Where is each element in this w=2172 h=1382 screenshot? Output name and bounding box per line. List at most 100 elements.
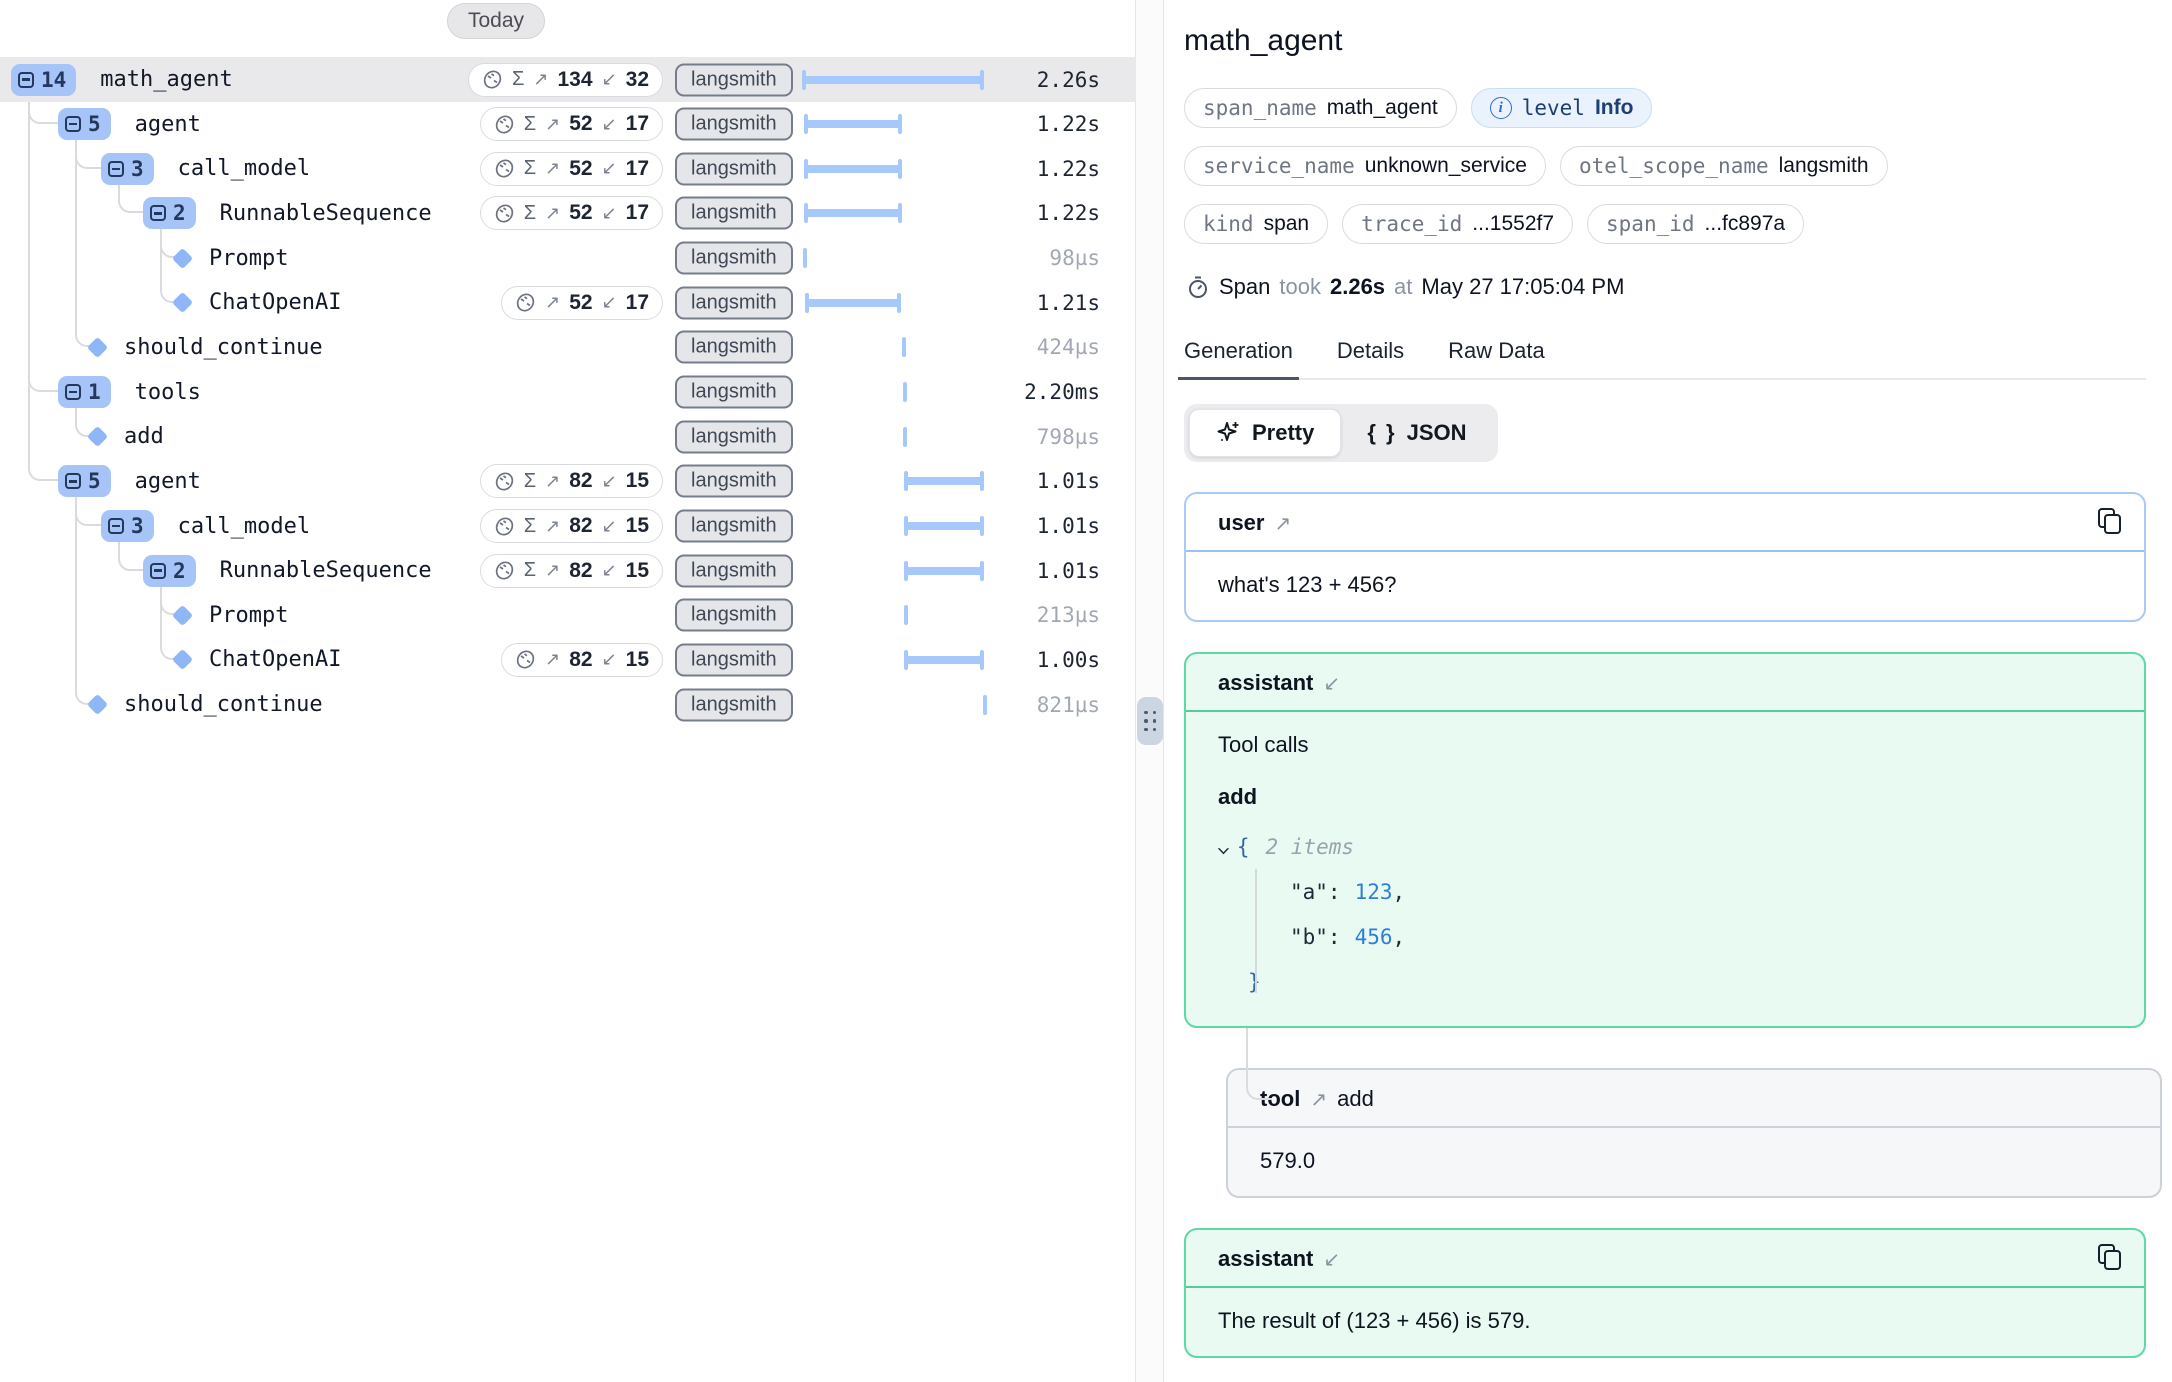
token-count-pill: Σ↗52↙17 (480, 196, 663, 230)
trace-row-math_agent[interactable]: 14math_agentΣ↗134↙32langsmith2.26s (0, 57, 1136, 102)
json-entry: "a": 123 , (1218, 869, 2122, 914)
langsmith-trace-view: Today 14math_agentΣ↗134↙32langsmith2.26s… (0, 0, 2172, 1382)
token-count-pill: Σ↗52↙17 (480, 152, 663, 186)
trace-row-call_model[interactable]: 3call_modelΣ↗52↙17langsmith1.22s (0, 146, 1136, 191)
trace-row-Prompt[interactable]: Promptlangsmith213µs (0, 593, 1136, 638)
tool-result-text: 579.0 (1228, 1128, 2160, 1196)
duration-bar (802, 57, 984, 102)
trace-row-ChatOpenAI[interactable]: ChatOpenAI↗82↙15langsmith1.00s (0, 637, 1136, 682)
token-count-pill: Σ↗82↙15 (480, 509, 663, 543)
braces-icon: { } (1367, 420, 1396, 446)
trace-row-agent[interactable]: 5agentΣ↗82↙15langsmith1.01s (0, 459, 1136, 504)
tab-generation[interactable]: Generation (1184, 338, 1293, 378)
meta-row-1: span_name math_agent i level Info (1184, 88, 2146, 128)
duration-label: 1.00s (1037, 648, 1100, 672)
level-info-pill[interactable]: i level Info (1471, 88, 1653, 128)
trace-tree-panel: Today 14math_agentΣ↗134↙32langsmith2.26s… (0, 0, 1136, 1382)
duration-label: 2.26s (1037, 68, 1100, 92)
pretty-toggle-button[interactable]: Pretty (1189, 409, 1341, 457)
tool-call-name: add (1218, 784, 2122, 810)
duration-label: 2.20ms (1024, 380, 1100, 404)
duration-label: 1.01s (1037, 469, 1100, 493)
output-arrow-icon: ↙ (602, 158, 617, 179)
trace-row-ChatOpenAI[interactable]: ChatOpenAI↗52↙17langsmith1.21s (0, 280, 1136, 325)
json-entry: "b": 456 , (1218, 914, 2122, 959)
collapse-badge[interactable]: 2 (143, 197, 196, 229)
collapse-badge[interactable]: 2 (143, 555, 196, 587)
duration-label: 98µs (1049, 246, 1100, 270)
assistant-card-header: assistant ↙ (1186, 1230, 2144, 1288)
collapse-chevron-icon[interactable]: ⌄ (1216, 836, 1231, 857)
tokens-coin-icon (515, 292, 536, 313)
sigma-icon: Σ (512, 68, 524, 91)
info-icon: i (1490, 97, 1512, 119)
tool-name: add (1337, 1086, 1374, 1112)
duration-label: 1.01s (1037, 514, 1100, 538)
trace-row-agent[interactable]: 5agentΣ↗52↙17langsmith1.22s (0, 102, 1136, 147)
panel-resize-handle[interactable] (1137, 697, 1163, 745)
langsmith-chip: langsmith (675, 242, 793, 275)
collapse-minus-icon (65, 384, 81, 400)
sigma-icon: Σ (524, 202, 536, 225)
kind-pill: kind span (1184, 204, 1328, 244)
span-label: ChatOpenAI (209, 647, 341, 672)
duration-bar (802, 191, 984, 236)
collapse-badge[interactable]: 1 (58, 376, 111, 408)
trace-row-tools[interactable]: 1toolslangsmith2.20ms (0, 370, 1136, 415)
output-arrow-icon: ↙ (602, 560, 617, 581)
otel-scope-pill: otel_scope_name langsmith (1560, 146, 1888, 186)
trace-row-RunnableSequence[interactable]: 2RunnableSequenceΣ↗82↙15langsmith1.01s (0, 548, 1136, 593)
assistant-card-header: assistant ↙ (1186, 654, 2144, 712)
duration-bar (802, 325, 984, 370)
trace-row-should_continue[interactable]: should_continuelangsmith424µs (0, 325, 1136, 370)
span-label: RunnableSequence (220, 558, 432, 583)
tab-raw-data[interactable]: Raw Data (1448, 338, 1545, 378)
message-card-assistant-final: assistant ↙ The result of (123 + 456) is… (1184, 1228, 2146, 1358)
langsmith-chip: langsmith (675, 286, 793, 319)
tab-details[interactable]: Details (1337, 338, 1404, 378)
langsmith-chip: langsmith (675, 510, 793, 543)
input-arrow-icon: ↗ (545, 516, 560, 537)
input-arrow-icon: ↗ (533, 69, 548, 90)
span-label: add (124, 424, 164, 449)
leaf-diamond-icon (87, 694, 108, 715)
span-detail-panel: math_agent span_name math_agent i level … (1164, 0, 2172, 1382)
trace-row-add[interactable]: add langsmith 798µs (0, 414, 1136, 459)
sigma-icon: Σ (524, 559, 536, 582)
collapse-badge[interactable]: 5 (58, 108, 111, 140)
copy-button[interactable] (2098, 508, 2124, 536)
span-timing-line: Span took 2.26s at May 27 17:05:04 PM (1186, 274, 2146, 300)
langsmith-chip: langsmith (675, 420, 793, 453)
duration-label: 798µs (1037, 425, 1100, 449)
span-label: RunnableSequence (220, 201, 432, 226)
trace-id-pill: trace_id ...1552f7 (1342, 204, 1573, 244)
tokens-coin-icon (494, 560, 515, 581)
input-arrow-icon: ↗ (545, 158, 560, 179)
trace-row-call_model[interactable]: 3call_modelΣ↗82↙15langsmith1.01s (0, 504, 1136, 549)
langsmith-chip: langsmith (675, 465, 793, 498)
output-arrow-icon: ↙ (602, 69, 617, 90)
token-count-pill: ↗52↙17 (501, 286, 663, 320)
collapse-badge[interactable]: 14 (11, 64, 76, 96)
output-arrow-icon: ↙ (602, 649, 617, 670)
trace-row-RunnableSequence[interactable]: 2RunnableSequenceΣ↗52↙17langsmith1.22s (0, 191, 1136, 236)
duration-label: 1.01s (1037, 559, 1100, 583)
date-group-pill: Today (447, 3, 545, 39)
langsmith-chip: langsmith (675, 152, 793, 185)
copy-button[interactable] (2098, 1244, 2124, 1272)
collapse-badge[interactable]: 5 (58, 465, 111, 497)
duration-bar (802, 236, 984, 281)
span-label: ChatOpenAI (209, 290, 341, 315)
collapse-badge[interactable]: 3 (101, 510, 154, 542)
meta-row-2: service_name unknown_service otel_scope_… (1184, 146, 2146, 186)
json-toggle-button[interactable]: { } JSON (1341, 409, 1492, 457)
tokens-coin-icon (494, 158, 515, 179)
trace-row-should_continue[interactable]: should_continuelangsmith821µs (0, 682, 1136, 727)
collapse-badge[interactable]: 3 (101, 153, 154, 185)
message-card-assistant-toolcall: assistant ↙ Tool calls add ⌄ { 2 items "… (1184, 652, 2146, 1028)
duration-bar (802, 370, 984, 415)
input-arrow-icon: ↗ (545, 203, 560, 224)
trace-row-Prompt[interactable]: Promptlangsmith98µs (0, 236, 1136, 281)
output-arrow-icon: ↙ (602, 292, 617, 313)
message-card-tool: tool ↗ add 579.0 (1226, 1068, 2162, 1198)
